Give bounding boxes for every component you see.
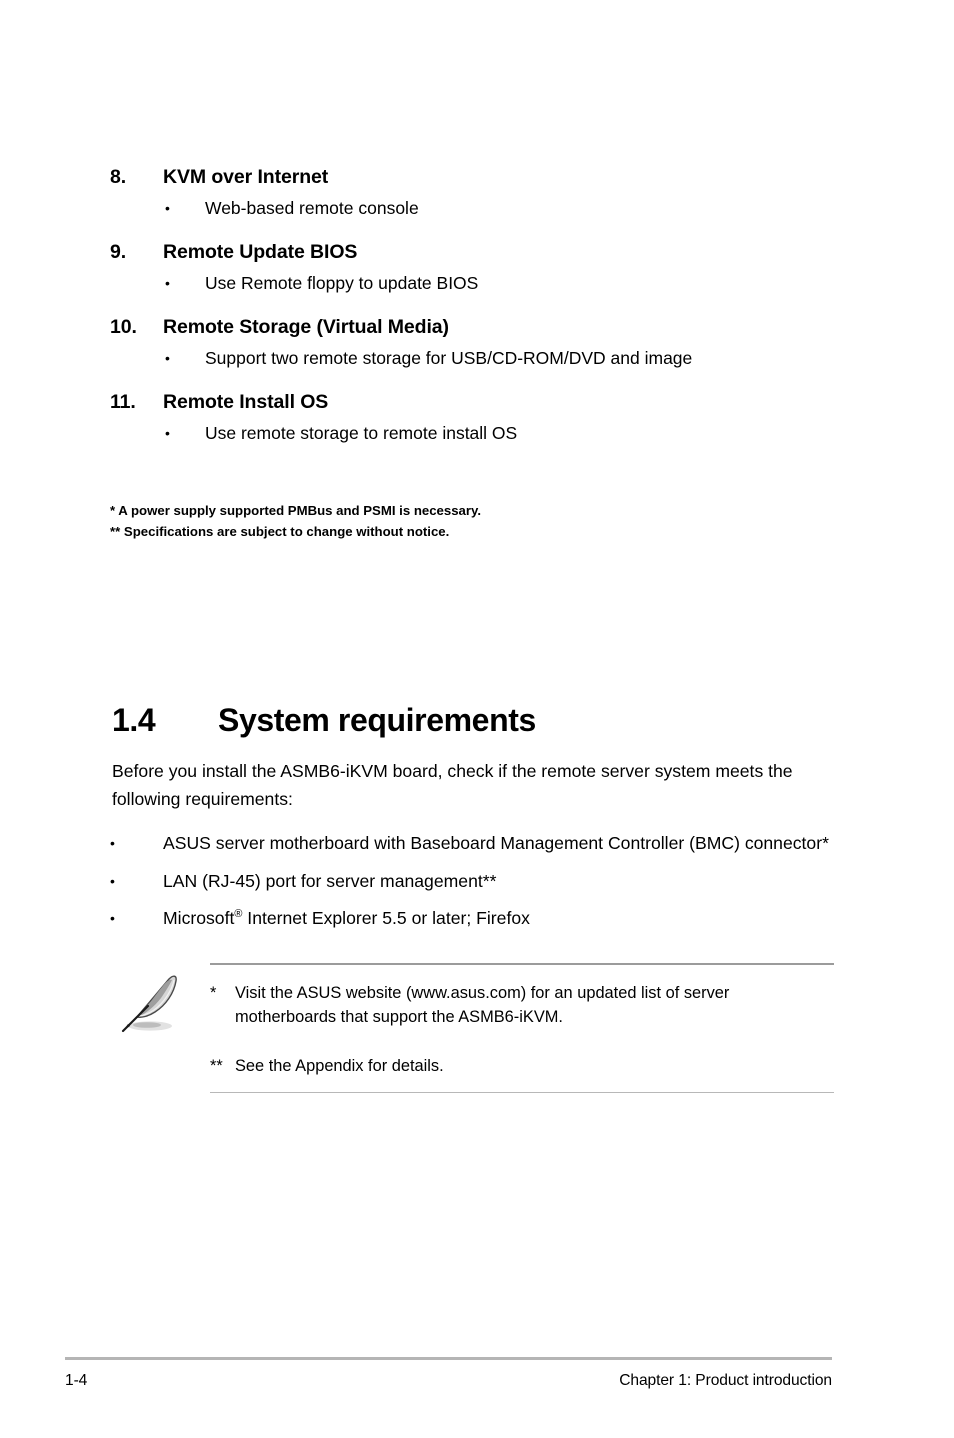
- requirement-text: Microsoft® Internet Explorer 5.5 or late…: [163, 905, 850, 932]
- feature-bullet-text: Use remote storage to remote install OS: [205, 422, 518, 443]
- note-item-website: * Visit the ASUS website (www.asus.com) …: [210, 981, 834, 1030]
- feature-title: Remote Install OS: [163, 390, 329, 413]
- requirement-text-main: Microsoft: [163, 908, 235, 929]
- footer-page-number: 1-4: [65, 1372, 88, 1389]
- feature-title: Remote Storage (Virtual Media): [163, 315, 449, 338]
- note-body: * Visit the ASUS website (www.asus.com) …: [210, 963, 834, 1093]
- feature-bullet-text: Use Remote floppy to update BIOS: [205, 272, 479, 293]
- requirements-list: • ASUS server motherboard with Baseboard…: [110, 830, 850, 943]
- bullet-icon: •: [110, 910, 115, 927]
- feature-number: 10.: [110, 315, 137, 338]
- section-title: System requirements: [218, 702, 536, 738]
- feature-bullet-text: Web-based remote console: [205, 198, 419, 218]
- requirement-text-tail: Internet Explorer 5.5 or later; Firefox: [242, 908, 530, 929]
- quill-pen-icon: [114, 969, 186, 1041]
- note-text: See the Appendix for details.: [235, 1056, 444, 1075]
- feature-number: 11.: [110, 390, 136, 413]
- feature-bullet-row: • Use Remote floppy to update BIOS: [110, 273, 870, 295]
- page-footer: 1-4 Chapter 1: Product introduction: [65, 1357, 832, 1390]
- feature-heading: 8. KVM over Internet: [110, 166, 870, 189]
- requirement-text-main: LAN (RJ-45) port for server management**: [163, 870, 497, 891]
- footnote-pmbus: * A power supply supported PMBus and PSM…: [110, 503, 482, 518]
- feature-block-remote-storage: 10. Remote Storage (Virtual Media) • Sup…: [110, 316, 870, 370]
- bullet-icon: •: [165, 349, 170, 366]
- note-text: Visit the ASUS website (www.asus.com) fo…: [235, 984, 730, 1027]
- footer-text-row: 1-4 Chapter 1: Product introduction: [65, 1372, 832, 1390]
- footer-chapter-label: Chapter 1: Product introduction: [619, 1372, 832, 1389]
- feature-bullet-text: Support two remote storage for USB/CD-RO…: [205, 347, 693, 368]
- bullet-icon: •: [165, 200, 170, 216]
- note-item-appendix: ** See the Appendix for details.: [210, 1054, 834, 1078]
- footnotes: * A power supply supported PMBus and PSM…: [110, 500, 870, 542]
- feature-number: 9.: [110, 240, 127, 263]
- footer-divider: [65, 1357, 832, 1360]
- feature-heading: 9. Remote Update BIOS: [110, 241, 870, 264]
- section-heading: 1.4 System requirements: [112, 702, 536, 738]
- feature-block-remote-install-os: 11. Remote Install OS • Use remote stora…: [110, 391, 870, 445]
- document-page: 8. KVM over Internet • Web-based remote …: [0, 0, 954, 1438]
- footnote-specifications: ** Specifications are subject to change …: [110, 524, 450, 540]
- requirement-text-main: ASUS server motherboard with Baseboard M…: [163, 833, 829, 853]
- feature-list: 8. KVM over Internet • Web-based remote …: [110, 166, 870, 466]
- bullet-icon: •: [165, 424, 170, 441]
- requirement-item-browser: • Microsoft® Internet Explorer 5.5 or la…: [110, 905, 850, 932]
- requirement-text: LAN (RJ-45) port for server management**: [163, 868, 850, 895]
- feature-heading: 11. Remote Install OS: [110, 391, 870, 414]
- feature-bullet-row: • Web-based remote console: [110, 198, 870, 220]
- feature-block-remote-update-bios: 9. Remote Update BIOS • Use Remote flopp…: [110, 241, 870, 295]
- section-number: 1.4: [112, 702, 156, 738]
- feature-heading: 10. Remote Storage (Virtual Media): [110, 316, 870, 339]
- note-box: * Visit the ASUS website (www.asus.com) …: [110, 963, 834, 1093]
- note-marker: **: [210, 1056, 223, 1075]
- bullet-icon: •: [110, 835, 115, 851]
- feature-title: KVM over Internet: [163, 166, 329, 188]
- bullet-icon: •: [165, 274, 170, 291]
- feature-number: 8.: [110, 166, 127, 188]
- requirement-text: ASUS server motherboard with Baseboard M…: [163, 830, 850, 857]
- note-marker: *: [210, 984, 217, 1002]
- bullet-icon: •: [110, 872, 115, 889]
- feature-title: Remote Update BIOS: [163, 240, 358, 263]
- feature-block-kvm-over-internet: 8. KVM over Internet • Web-based remote …: [110, 166, 870, 220]
- requirement-item-lan-port: • LAN (RJ-45) port for server management…: [110, 868, 850, 895]
- requirement-item-motherboard: • ASUS server motherboard with Baseboard…: [110, 830, 850, 857]
- section-intro-paragraph: Before you install the ASMB6-iKVM board,…: [112, 761, 793, 809]
- feature-bullet-row: • Support two remote storage for USB/CD-…: [110, 348, 870, 370]
- feature-bullet-row: • Use remote storage to remote install O…: [110, 423, 870, 445]
